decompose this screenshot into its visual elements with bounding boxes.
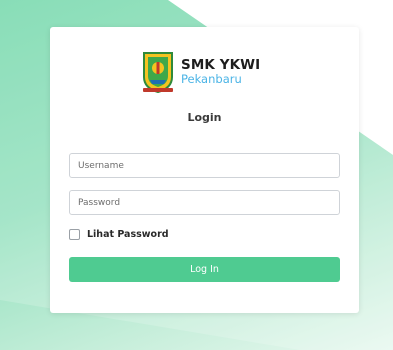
login-card: SMK YKWI Pekanbaru Login Lihat Password … bbox=[50, 27, 359, 313]
school-crest-icon bbox=[143, 52, 173, 94]
brand-city: Pekanbaru bbox=[181, 72, 242, 86]
brand-name: SMK YKWI bbox=[181, 56, 261, 73]
username-input[interactable] bbox=[69, 153, 340, 178]
login-button[interactable]: Log In bbox=[69, 257, 340, 282]
show-password-row[interactable]: Lihat Password bbox=[69, 228, 169, 241]
brand-text: SMK YKWI Pekanbaru bbox=[181, 56, 261, 86]
show-password-label[interactable]: Lihat Password bbox=[87, 229, 169, 240]
login-title: Login bbox=[187, 111, 222, 124]
brand-header: SMK YKWI Pekanbaru bbox=[141, 47, 260, 97]
password-input[interactable] bbox=[69, 190, 340, 215]
show-password-checkbox[interactable] bbox=[69, 229, 80, 240]
